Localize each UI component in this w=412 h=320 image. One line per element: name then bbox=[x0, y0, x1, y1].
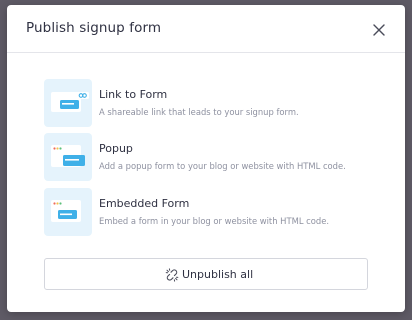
modal-header: Publish signup form bbox=[7, 5, 405, 53]
option-popup[interactable]: Popup Add a popup form to your blog or w… bbox=[44, 133, 374, 181]
option-title: Link to Form bbox=[99, 88, 168, 101]
option-link-to-form[interactable]: Link to Form A shareable link that leads… bbox=[44, 79, 374, 127]
embedded-form-icon bbox=[44, 188, 92, 236]
option-description: A shareable link that leads to your sign… bbox=[99, 107, 299, 117]
publish-modal: Publish signup form Link to Form A share… bbox=[7, 5, 405, 312]
close-icon[interactable] bbox=[371, 22, 387, 38]
unlink-icon bbox=[165, 267, 179, 282]
unpublish-all-button[interactable]: Unpublish all bbox=[44, 258, 368, 290]
popup-form-icon bbox=[44, 133, 92, 181]
option-title: Embedded Form bbox=[99, 197, 190, 210]
unpublish-label: Unpublish all bbox=[182, 268, 254, 281]
option-description: Add a popup form to your blog or website… bbox=[99, 161, 346, 171]
link-form-icon bbox=[44, 79, 92, 127]
option-description: Embed a form in your blog or website wit… bbox=[99, 216, 330, 226]
option-embedded-form[interactable]: Embedded Form Embed a form in your blog … bbox=[44, 188, 374, 236]
modal-title: Publish signup form bbox=[26, 20, 162, 36]
option-title: Popup bbox=[99, 142, 133, 155]
